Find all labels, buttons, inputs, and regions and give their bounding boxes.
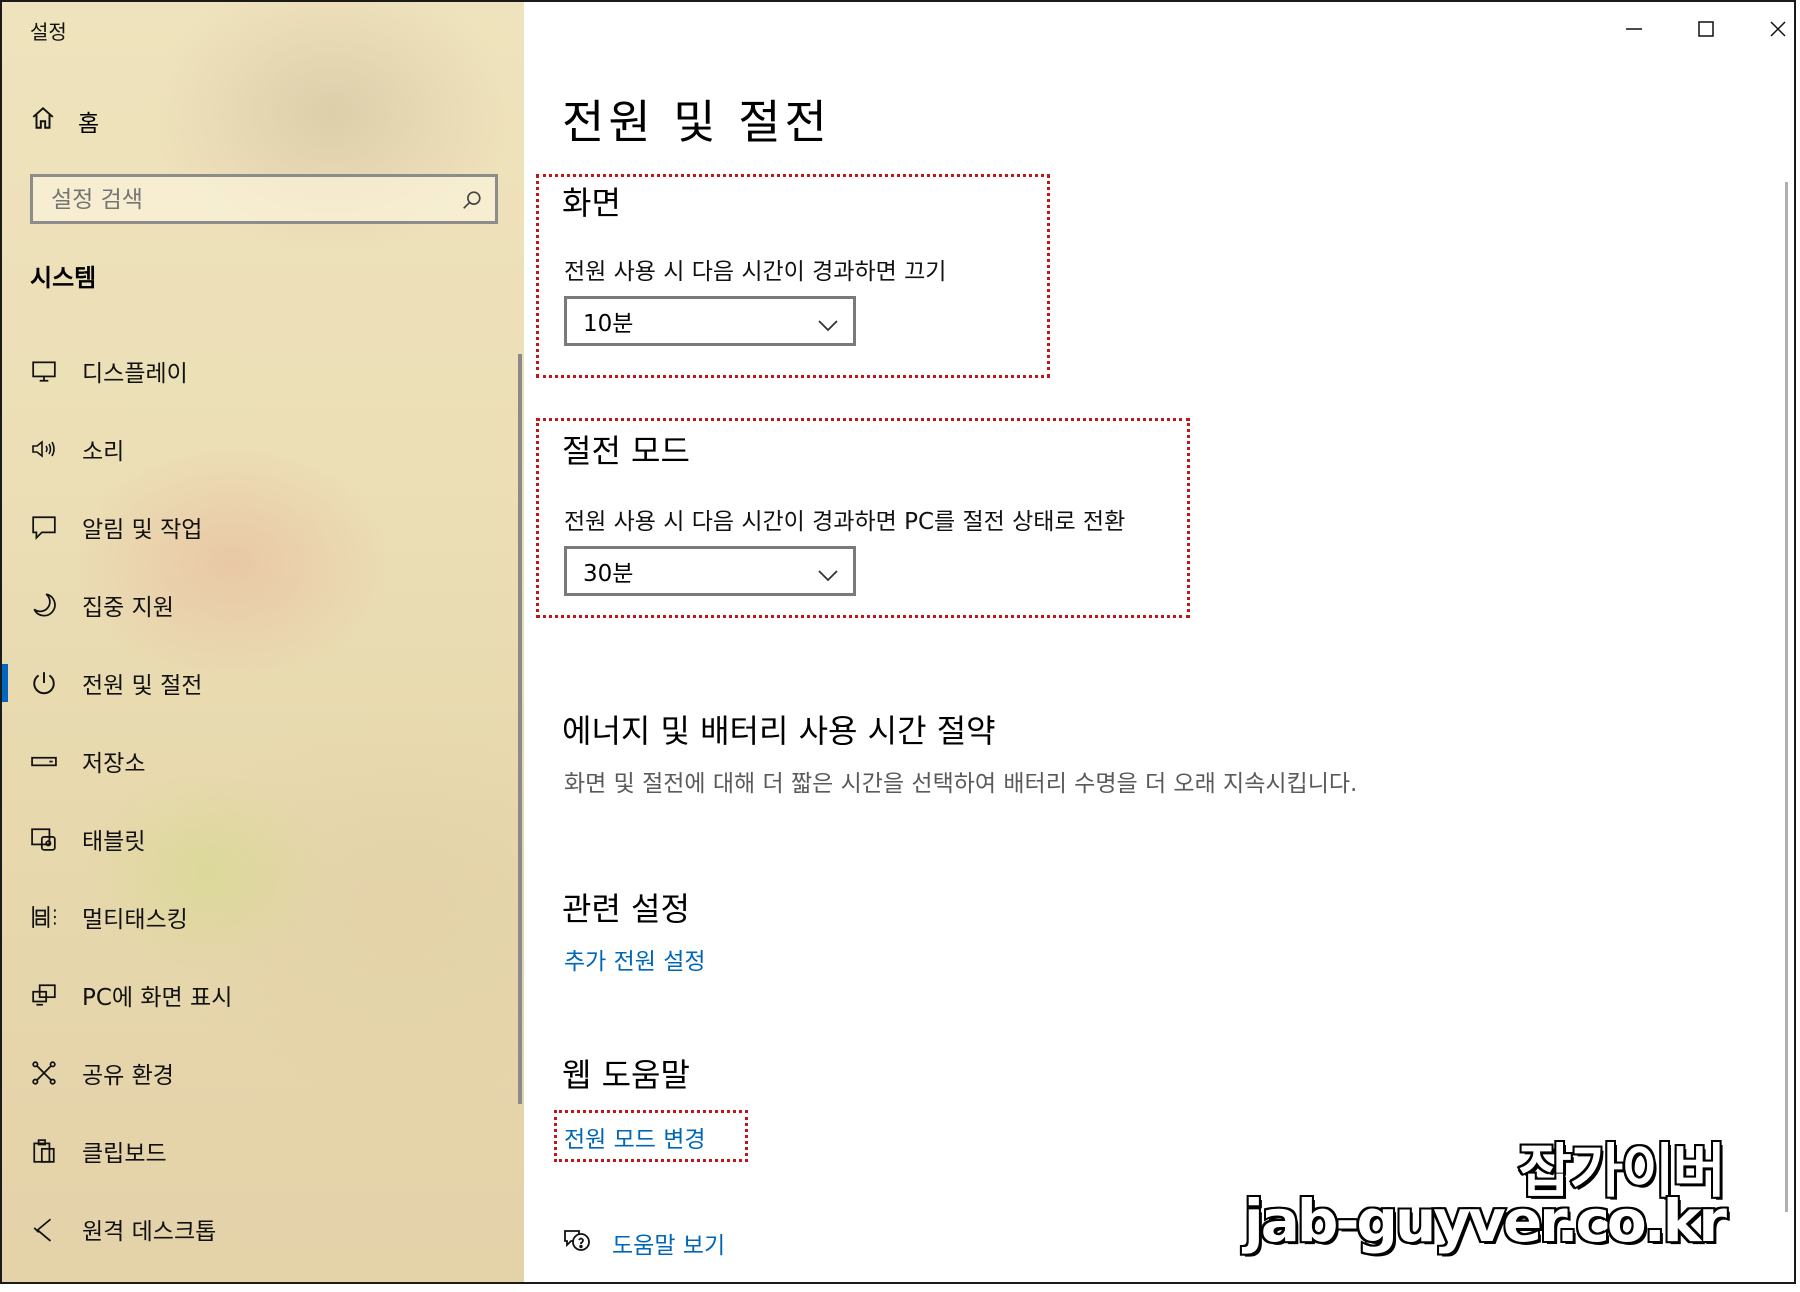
- sidebar-item-sound[interactable]: 소리: [2, 410, 524, 488]
- get-help-row[interactable]: 도움말 보기: [562, 1226, 725, 1260]
- sleep-heading: 절전 모드: [562, 432, 690, 470]
- settings-window: 설정 홈 시스템 디스플레이 소리 알림 및: [0, 0, 1796, 1284]
- clipboard-icon: [30, 1137, 58, 1165]
- sidebar: 설정 홈 시스템 디스플레이 소리 알림 및: [2, 2, 524, 1282]
- power-icon: [30, 669, 58, 697]
- sidebar-item-multitasking[interactable]: 멀티태스킹: [2, 878, 524, 956]
- web-help-heading: 웹 도움말: [562, 1056, 690, 1094]
- chevron-down-icon: [817, 563, 839, 589]
- sidebar-item-label: 알림 및 작업: [82, 517, 203, 543]
- remote-icon: [30, 1215, 58, 1243]
- sleep-description: 전원 사용 시 다음 시간이 경과하면 PC를 절전 상태로 전환: [564, 509, 1126, 535]
- sidebar-item-label: 저장소: [82, 751, 146, 777]
- sidebar-item-label: 클립보드: [82, 1141, 167, 1167]
- sidebar-item-label: PC에 화면 표시: [82, 985, 233, 1011]
- message-icon: [30, 513, 58, 541]
- close-button[interactable]: [1758, 14, 1794, 44]
- additional-power-settings-link[interactable]: 추가 전원 설정: [564, 942, 706, 976]
- sidebar-item-label: 집중 지원: [82, 595, 174, 621]
- sidebar-item-notifications[interactable]: 알림 및 작업: [2, 488, 524, 566]
- sidebar-item-project[interactable]: PC에 화면 표시: [2, 956, 524, 1034]
- section-title: 시스템: [30, 264, 97, 292]
- sidebar-item-label: 공유 환경: [82, 1063, 174, 1089]
- minimize-button[interactable]: [1614, 14, 1654, 44]
- screen-description: 전원 사용 시 다음 시간이 경과하면 끄기: [564, 259, 947, 285]
- sidebar-item-label: 전원 및 절전: [82, 673, 203, 699]
- sidebar-item-label: 멀티태스킹: [82, 907, 188, 933]
- sidebar-scrollbar[interactable]: [518, 354, 522, 1104]
- sidebar-item-power-sleep[interactable]: 전원 및 절전: [2, 644, 524, 722]
- sidebar-nav: 디스플레이 소리 알림 및 작업 집중 지원 전원 및 절전 저장소 태블릿 멀…: [2, 332, 524, 1268]
- sidebar-item-storage[interactable]: 저장소: [2, 722, 524, 800]
- sidebar-item-remote-desktop[interactable]: 원격 데스크톱: [2, 1190, 524, 1268]
- screen-timeout-value: 10분: [583, 311, 634, 337]
- change-power-mode-link[interactable]: 전원 모드 변경: [564, 1120, 706, 1154]
- home-icon: [30, 105, 56, 137]
- page-title: 전원 및 절전: [562, 95, 831, 149]
- main-scrollbar[interactable]: [1785, 182, 1788, 1212]
- sidebar-home[interactable]: 홈: [30, 104, 99, 138]
- search-box[interactable]: [30, 174, 498, 224]
- minimize-icon: [1626, 28, 1642, 30]
- watermark-url: jab-guyver.co.kr: [1242, 1185, 1729, 1257]
- sidebar-item-tablet[interactable]: 태블릿: [2, 800, 524, 878]
- home-label: 홈: [78, 111, 100, 137]
- sidebar-item-display[interactable]: 디스플레이: [2, 332, 524, 410]
- maximize-button[interactable]: [1686, 14, 1726, 44]
- related-heading: 관련 설정: [562, 890, 690, 928]
- energy-description: 화면 및 절전에 대해 더 짧은 시간을 선택하여 배터리 수명을 더 오래 지…: [564, 771, 1358, 797]
- project-icon: [30, 981, 58, 1009]
- sleep-timeout-dropdown[interactable]: 30분: [564, 546, 856, 596]
- sidebar-item-label: 소리: [82, 439, 125, 465]
- sidebar-item-label: 원격 데스크톱: [82, 1219, 217, 1245]
- sleep-timeout-value: 30분: [583, 561, 634, 587]
- monitor-icon: [30, 357, 58, 385]
- get-help-link[interactable]: 도움말 보기: [612, 1226, 725, 1260]
- screen-heading: 화면: [562, 184, 621, 222]
- search-icon[interactable]: [461, 189, 483, 215]
- speaker-icon: [30, 435, 58, 463]
- multitask-icon: [30, 903, 58, 931]
- help-chat-icon: [562, 1227, 592, 1259]
- chevron-down-icon: [817, 313, 839, 339]
- search-input[interactable]: [49, 184, 443, 216]
- sidebar-item-label: 태블릿: [82, 829, 146, 855]
- close-icon: [1770, 21, 1786, 37]
- maximize-icon: [1698, 21, 1714, 37]
- sidebar-item-focus-assist[interactable]: 집중 지원: [2, 566, 524, 644]
- drive-icon: [30, 747, 58, 775]
- sidebar-item-shared-experiences[interactable]: 공유 환경: [2, 1034, 524, 1112]
- share-icon: [30, 1059, 58, 1087]
- app-title: 설정: [30, 20, 67, 44]
- sidebar-item-clipboard[interactable]: 클립보드: [2, 1112, 524, 1190]
- sidebar-item-label: 디스플레이: [82, 361, 188, 387]
- tablet-icon: [30, 825, 58, 853]
- screen-timeout-dropdown[interactable]: 10분: [564, 296, 856, 346]
- main-content: 전원 및 절전 화면 전원 사용 시 다음 시간이 경과하면 끄기 10분 절전…: [524, 2, 1794, 1282]
- energy-heading: 에너지 및 배터리 사용 시간 절약: [562, 712, 996, 750]
- moon-icon: [30, 591, 58, 619]
